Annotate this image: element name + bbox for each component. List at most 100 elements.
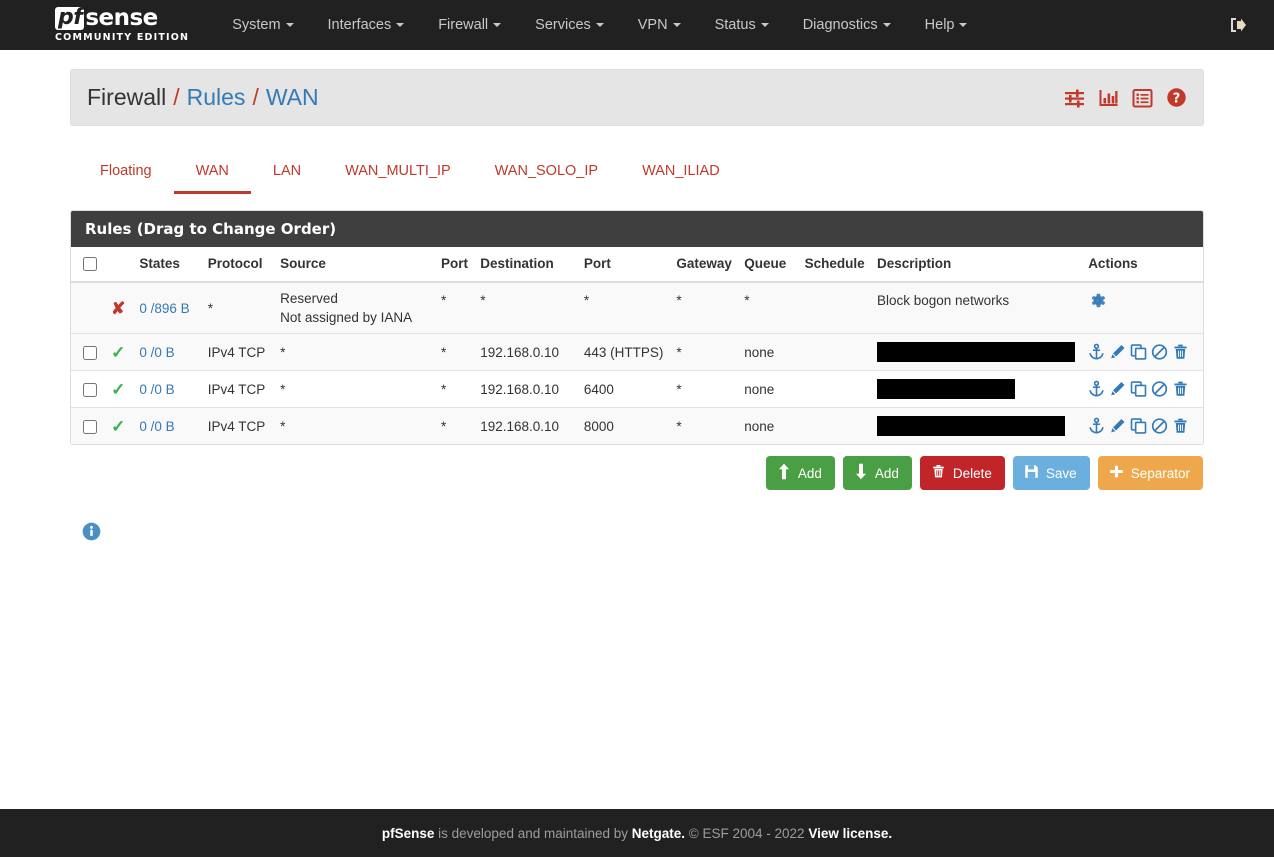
row-select-checkbox[interactable] bbox=[83, 346, 97, 361]
pencil-icon[interactable] bbox=[1109, 380, 1126, 398]
tab-floating[interactable]: Floating bbox=[78, 163, 174, 194]
table-row[interactable]: ✓ 0 /0 B IPv4 TCP * * 192.168.0.10 6400 … bbox=[71, 370, 1203, 408]
nav-label-system: System bbox=[232, 17, 281, 33]
footer-company: Netgate. bbox=[631, 825, 686, 841]
nav-item-system[interactable]: System bbox=[215, 0, 310, 50]
breadcrumb-root: Firewall bbox=[87, 84, 167, 110]
row-source-cell: Reserved Not assigned by IANA bbox=[274, 281, 436, 334]
row-description-cell bbox=[871, 370, 1083, 408]
separator-button[interactable]: Separator bbox=[1097, 456, 1203, 491]
chevron-down-icon bbox=[595, 23, 604, 28]
info-icon[interactable] bbox=[82, 523, 101, 544]
row-port-destination-cell: * bbox=[577, 281, 671, 334]
tab-wan-multi-ip[interactable]: WAN_MULTI_IP bbox=[323, 163, 473, 194]
states-link[interactable]: 0 /0 B bbox=[139, 419, 174, 434]
row-state-cell: ✓ bbox=[103, 407, 134, 445]
row-port-source-cell: * bbox=[435, 407, 475, 445]
breadcrumb-wan-link[interactable]: WAN bbox=[266, 84, 319, 111]
help-icon[interactable]: ? bbox=[1166, 87, 1187, 108]
nav-item-diagnostics[interactable]: Diagnostics bbox=[786, 0, 908, 50]
bar-chart-icon[interactable] bbox=[1098, 88, 1119, 108]
breadcrumb: Firewall / Rules / WAN bbox=[87, 84, 319, 111]
row-port-destination-cell: 8000 bbox=[577, 407, 671, 445]
anchor-icon[interactable] bbox=[1088, 380, 1105, 398]
tab-label-floating: Floating bbox=[100, 163, 152, 179]
trash-icon bbox=[931, 463, 946, 483]
arrow-up-icon bbox=[777, 463, 791, 483]
interface-tabs: Floating WAN LAN WAN_MULTI_IP WAN_SOLO_I… bbox=[70, 148, 1204, 194]
row-select-checkbox[interactable] bbox=[83, 420, 97, 435]
table-row[interactable]: ✘ 0 /896 B * Reserved Not assigned by IA… bbox=[71, 281, 1203, 334]
gear-icon[interactable] bbox=[1088, 291, 1107, 310]
states-link[interactable]: 0 /0 B bbox=[139, 382, 174, 397]
ban-icon[interactable] bbox=[1151, 417, 1168, 435]
chevron-down-icon bbox=[493, 23, 502, 28]
logo-pf: pf bbox=[55, 7, 85, 31]
row-queue-cell: none bbox=[738, 370, 799, 408]
save-icon bbox=[1024, 463, 1039, 483]
breadcrumb-rules-link[interactable]: Rules bbox=[187, 84, 246, 111]
tab-wan-solo-ip[interactable]: WAN_SOLO_IP bbox=[473, 163, 620, 194]
row-protocol-cell: IPv4 TCP bbox=[201, 333, 275, 371]
row-port-source-cell: * bbox=[435, 333, 475, 371]
anchor-icon[interactable] bbox=[1088, 343, 1105, 361]
nav-item-firewall[interactable]: Firewall bbox=[421, 0, 518, 50]
ban-icon[interactable] bbox=[1151, 380, 1168, 398]
save-button[interactable]: Save bbox=[1012, 456, 1090, 491]
nav-item-interfaces[interactable]: Interfaces bbox=[311, 0, 422, 50]
states-link[interactable]: 0 /0 B bbox=[139, 345, 174, 360]
footer-license-link[interactable]: View license. bbox=[808, 826, 892, 841]
header-state-icon bbox=[103, 247, 134, 284]
tab-label-wan-multi-ip: WAN_MULTI_IP bbox=[345, 163, 451, 179]
list-icon[interactable] bbox=[1132, 88, 1153, 108]
nav-item-services[interactable]: Services bbox=[518, 0, 621, 50]
ban-icon[interactable] bbox=[1151, 343, 1168, 361]
header-source: Source bbox=[274, 247, 436, 284]
add-rule-top-button[interactable]: Add bbox=[765, 456, 835, 491]
copy-icon[interactable] bbox=[1130, 417, 1147, 435]
anchor-icon[interactable] bbox=[1088, 417, 1105, 435]
pfsense-logo[interactable]: pf sense COMMUNITY EDITION bbox=[55, 7, 189, 43]
add-rule-top-label: Add bbox=[797, 465, 822, 481]
logout-icon[interactable] bbox=[1228, 15, 1248, 35]
sliders-icon[interactable] bbox=[1064, 88, 1085, 108]
header-schedule: Schedule bbox=[798, 247, 871, 284]
nav-item-vpn[interactable]: VPN bbox=[621, 0, 698, 50]
row-checkbox-cell bbox=[71, 281, 104, 334]
row-checkbox-cell bbox=[71, 407, 104, 445]
copy-icon[interactable] bbox=[1130, 343, 1147, 361]
source-line-2: Not assigned by IANA bbox=[280, 310, 413, 326]
row-port-destination-cell: 6400 bbox=[577, 370, 671, 408]
main-nav: System Interfaces Firewall Services VPN … bbox=[215, 0, 984, 50]
tab-label-wan-solo-ip: WAN_SOLO_IP bbox=[494, 163, 599, 179]
copy-icon[interactable] bbox=[1130, 380, 1147, 398]
select-all-checkbox[interactable] bbox=[83, 257, 97, 272]
row-gateway-cell: * bbox=[670, 370, 739, 408]
table-row[interactable]: ✓ 0 /0 B IPv4 TCP * * 192.168.0.10 443 (… bbox=[71, 333, 1203, 371]
breadcrumb-separator: / bbox=[252, 84, 259, 110]
tab-wan-iliad[interactable]: WAN_ILIAD bbox=[620, 163, 742, 194]
delete-button[interactable]: Delete bbox=[919, 456, 1005, 491]
pencil-icon[interactable] bbox=[1109, 417, 1126, 435]
table-header-row: States Protocol Source Port Destination … bbox=[71, 247, 1203, 284]
row-select-checkbox[interactable] bbox=[83, 383, 97, 398]
row-states-cell: 0 /0 B bbox=[133, 370, 202, 408]
pencil-icon[interactable] bbox=[1109, 343, 1126, 361]
header-states: States bbox=[133, 247, 202, 284]
add-rule-bottom-button[interactable]: Add bbox=[842, 456, 912, 491]
nav-label-vpn: VPN bbox=[637, 17, 668, 33]
table-row[interactable]: ✓ 0 /0 B IPv4 TCP * * 192.168.0.10 8000 … bbox=[71, 407, 1203, 445]
states-link[interactable]: 0 /896 B bbox=[139, 301, 189, 316]
top-navbar: pf sense COMMUNITY EDITION System Interfa… bbox=[0, 0, 1274, 50]
tab-lan[interactable]: LAN bbox=[251, 163, 323, 194]
trash-icon[interactable] bbox=[1172, 380, 1189, 398]
row-states-cell: 0 /0 B bbox=[133, 407, 202, 445]
row-schedule-cell bbox=[798, 333, 871, 371]
trash-icon[interactable] bbox=[1172, 417, 1189, 435]
nav-item-status[interactable]: Status bbox=[698, 0, 786, 50]
row-description-cell: Block bogon networks bbox=[871, 281, 1083, 334]
nav-item-help[interactable]: Help bbox=[908, 0, 985, 50]
tab-wan[interactable]: WAN bbox=[173, 163, 251, 194]
header-description: Description bbox=[871, 247, 1083, 284]
trash-icon[interactable] bbox=[1172, 343, 1189, 361]
